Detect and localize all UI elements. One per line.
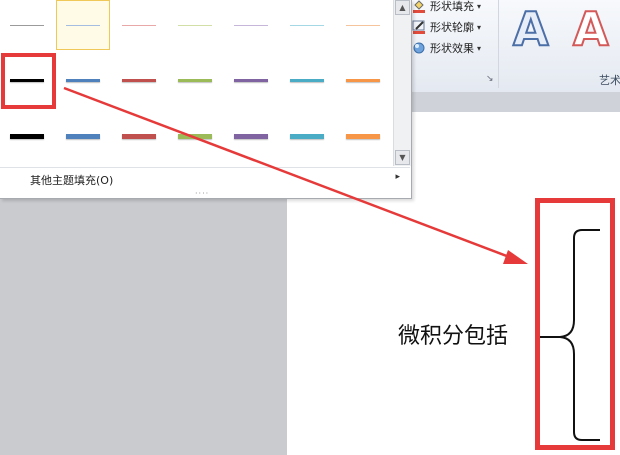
arrow-head: [503, 250, 528, 264]
arrow-line: [63, 86, 513, 260]
annotation-arrow: [63, 86, 528, 264]
